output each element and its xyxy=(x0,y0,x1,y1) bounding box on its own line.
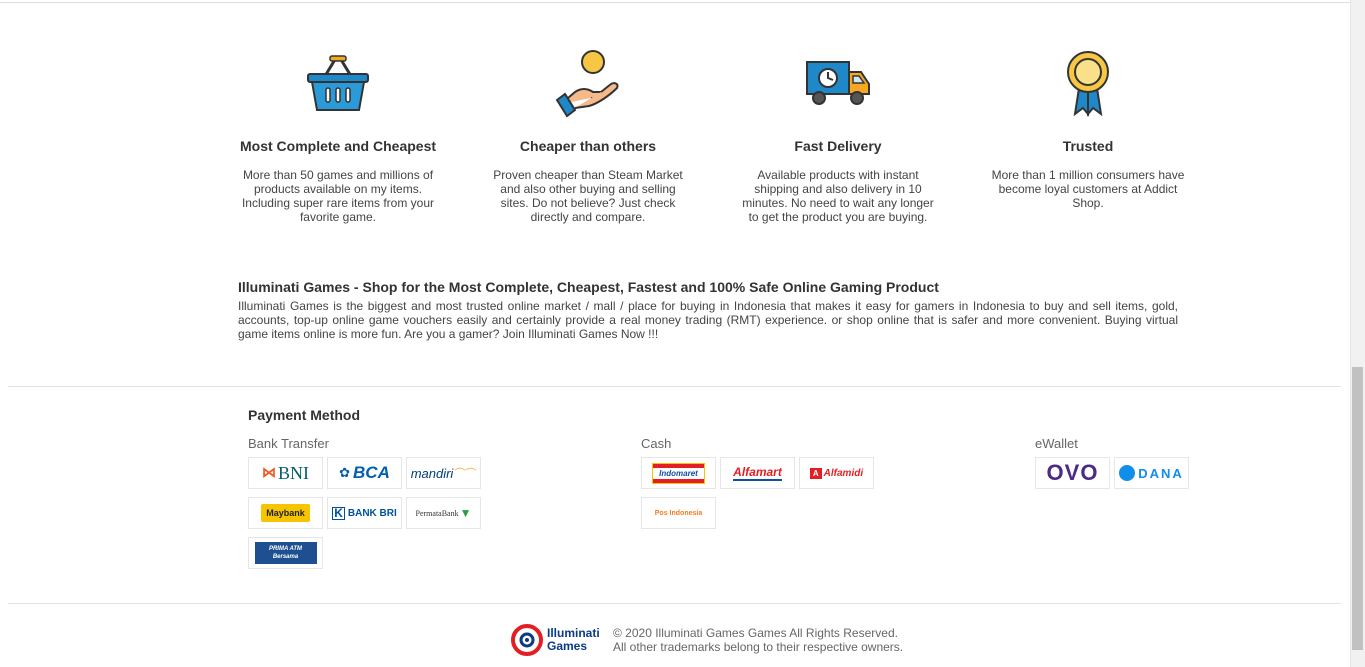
about-text: Illuminati Games is the biggest and most… xyxy=(238,299,1178,341)
top-border xyxy=(0,0,1350,3)
scrollbar[interactable] xyxy=(1350,0,1365,667)
feature-description: More than 1 million consumers have becom… xyxy=(991,168,1185,210)
feature-description: Proven cheaper than Steam Market and als… xyxy=(493,168,683,224)
cash-label: Cash xyxy=(641,436,672,451)
bca-logo: ✿ BCA xyxy=(327,457,402,489)
feature-most-complete: Most Complete and Cheapest More than 50 … xyxy=(232,48,444,224)
pos-indonesia-logo: Pos Indonesia xyxy=(641,497,716,529)
feature-description: More than 50 games and millions of produ… xyxy=(241,168,435,224)
bni-logo: ⋈ BNI xyxy=(248,457,323,489)
prima-atm-bersama-logo: PRIMA ATM Bersama xyxy=(248,537,323,569)
payment-method-title: Payment Method xyxy=(248,407,361,423)
about-title: Illuminati Games - Shop for the Most Com… xyxy=(238,279,939,295)
footer-divider xyxy=(8,603,1341,604)
delivery-truck-icon xyxy=(806,61,870,105)
feature-description: Available products with instant shipping… xyxy=(742,168,934,224)
feature-trusted: Trusted More than 1 million consumers ha… xyxy=(982,48,1194,224)
bank-transfer-column: Bank Transfer ⋈ BNI ✿ BCA mandiri ⌒⌒ May… xyxy=(248,436,488,577)
alfamidi-logo: A Alfamidi xyxy=(799,457,874,489)
about-section: Illuminati Games - Shop for the Most Com… xyxy=(238,279,1178,341)
section-divider xyxy=(8,386,1341,387)
ewallet-column: eWallet OVO DANA xyxy=(1035,436,1275,497)
copyright-line-2: All other trademarks belong to their res… xyxy=(613,640,904,654)
features-section: Most Complete and Cheapest More than 50 … xyxy=(232,48,1212,224)
basket-icon xyxy=(307,55,369,111)
cash-column: Cash Indomaret Alfamart A Alfamidi Pos I… xyxy=(641,436,881,537)
ewallet-label: eWallet xyxy=(1035,436,1078,451)
copyright-line-1: © 2020 Illuminati Games Games All Rights… xyxy=(613,626,898,640)
mandiri-logo: mandiri ⌒⌒ xyxy=(406,457,481,489)
indomaret-logo: Indomaret xyxy=(641,457,716,489)
copyright-text: © 2020 Illuminati Games Games All Rights… xyxy=(613,626,903,654)
feature-title: Trusted xyxy=(1062,138,1114,154)
footer-brand-name: Illuminati Games xyxy=(547,626,600,653)
permatabank-logo: PermataBank ▼ xyxy=(406,497,481,529)
coin-hand-icon xyxy=(555,50,619,118)
feature-cheaper: Cheaper than others Proven cheaper than … xyxy=(482,48,694,224)
bank-transfer-label: Bank Transfer xyxy=(248,436,329,451)
illuminati-logo-icon xyxy=(511,624,543,656)
bri-logo: K BANK BRI xyxy=(327,497,402,529)
feature-title: Cheaper than others xyxy=(519,138,657,154)
feature-title: Fast Delivery xyxy=(794,138,882,154)
maybank-logo: Maybank xyxy=(248,497,323,529)
feature-title: Most Complete and Cheapest xyxy=(239,138,437,154)
scrollbar-thumb[interactable] xyxy=(1352,367,1363,650)
footer-brand-logo[interactable]: Illuminati Games xyxy=(511,624,607,656)
alfamart-logo: Alfamart xyxy=(720,457,795,489)
feature-fast-delivery: Fast Delivery Available products with in… xyxy=(732,48,944,224)
award-badge-icon xyxy=(1067,51,1109,117)
ovo-logo: OVO xyxy=(1035,457,1110,489)
dana-logo: DANA xyxy=(1114,457,1189,489)
